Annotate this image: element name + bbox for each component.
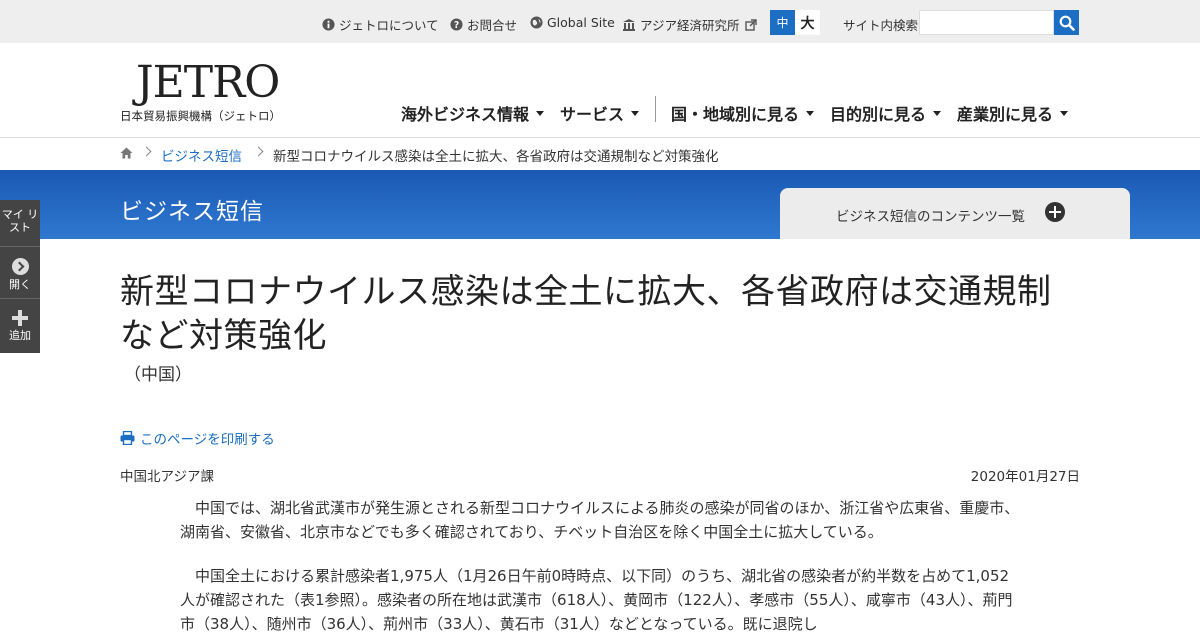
- article-date: 2020年01月27日: [970, 469, 1080, 485]
- add-label: 追加: [9, 329, 31, 342]
- section-title: ビジネス短信: [120, 199, 264, 225]
- about-link[interactable]: ジェトロについて: [321, 15, 439, 34]
- chevron-right-icon: [141, 146, 152, 157]
- chevron-right-circle-icon: [11, 258, 29, 275]
- external-link-icon: [744, 18, 758, 32]
- global-site-link[interactable]: Global Site: [529, 15, 615, 30]
- contact-link[interactable]: ? お問合せ: [449, 15, 517, 34]
- divider: [0, 298, 40, 299]
- caret-down-icon: [1060, 110, 1069, 116]
- svg-text:?: ?: [453, 20, 458, 31]
- article-department: 中国北アジア課: [120, 469, 214, 485]
- plus-circle-icon: [1045, 202, 1065, 222]
- building-icon: [622, 18, 636, 32]
- nav-label: 国・地域別に見る: [671, 105, 800, 124]
- contact-label: お問合せ: [467, 18, 518, 33]
- search-input[interactable]: [919, 10, 1054, 35]
- ide-label: アジア経済研究所: [640, 18, 740, 33]
- search-button[interactable]: [1054, 10, 1079, 35]
- add-button[interactable]: 追加: [0, 310, 40, 342]
- question-icon: ?: [449, 18, 463, 32]
- caret-down-icon: [631, 110, 640, 116]
- font-size-large-button[interactable]: 大: [795, 10, 820, 35]
- caret-down-icon: [806, 110, 815, 116]
- search-label: サイト内検索: [843, 18, 919, 33]
- ide-link[interactable]: アジア経済研究所: [622, 15, 758, 34]
- open-button[interactable]: 開く: [0, 258, 40, 291]
- mylist-label[interactable]: マイ リスト: [0, 208, 40, 234]
- utility-bar: ジェトロについて ? お問合せ Global Site アジア経済研究所 中 大…: [0, 0, 1200, 43]
- home-icon[interactable]: [120, 147, 133, 163]
- print-link[interactable]: このページを印刷する: [120, 428, 275, 448]
- divider: [0, 246, 40, 247]
- article-title: 新型コロナウイルス感染は全土に拡大、各省政府は交通規制など対策強化: [120, 272, 1052, 356]
- nav-by-industry[interactable]: 産業別に見る: [957, 101, 1069, 125]
- nav-label: 産業別に見る: [957, 105, 1054, 124]
- caret-down-icon: [933, 110, 942, 116]
- mylist-side-panel: マイ リスト 開く 追加: [0, 200, 40, 353]
- nav-by-purpose[interactable]: 目的別に見る: [830, 101, 942, 125]
- chevron-right-icon: [253, 146, 264, 157]
- global-site-label: Global Site: [547, 15, 615, 30]
- about-label: ジェトロについて: [339, 18, 439, 33]
- contents-list-label: ビジネス短信のコンテンツ一覧: [836, 209, 1025, 225]
- jetro-logo[interactable]: JETRO 日本貿易振興機構（ジェトロ）: [120, 57, 281, 125]
- article-region: （中国）: [124, 365, 192, 385]
- nav-services[interactable]: サービス: [560, 101, 640, 125]
- breadcrumb-current: 新型コロナウイルス感染は全土に拡大、各省政府は交通規制など対策強化: [273, 149, 719, 165]
- plus-icon: [12, 310, 28, 326]
- nav-label: 目的別に見る: [830, 105, 927, 124]
- caret-down-icon: [536, 110, 545, 116]
- nav-by-region[interactable]: 国・地域別に見る: [671, 101, 815, 125]
- printer-icon: [120, 431, 135, 445]
- nav-divider: [655, 96, 656, 122]
- globe-icon: [529, 16, 543, 30]
- open-label: 開く: [9, 278, 31, 291]
- contents-list-tab[interactable]: ビジネス短信のコンテンツ一覧: [780, 188, 1130, 239]
- breadcrumb: ビジネス短信 新型コロナウイルス感染は全土に拡大、各省政府は交通規制など対策強化: [0, 137, 1200, 170]
- section-banner: ビジネス短信 ビジネス短信のコンテンツ一覧: [0, 170, 1200, 239]
- breadcrumb-business-news[interactable]: ビジネス短信: [161, 145, 242, 165]
- search-icon: [1059, 15, 1075, 31]
- print-label: このページを印刷する: [140, 432, 275, 448]
- article-paragraph: 中国では、湖北省武漢市が発生源とされる新型コロナウイルスによる肺炎の感染が同省の…: [180, 499, 1020, 541]
- logo-subtitle: 日本貿易振興機構（ジェトロ）: [120, 109, 281, 123]
- article-paragraph: 中国全土における累計感染者1,975人（1月26日午前0時時点、以下同）のうち、…: [180, 567, 1013, 633]
- nav-label: サービス: [560, 105, 625, 124]
- nav-label: 海外ビジネス情報: [401, 105, 530, 124]
- logo-text: JETRO: [136, 57, 280, 108]
- nav-overseas-business[interactable]: 海外ビジネス情報: [401, 101, 545, 125]
- font-size-medium-button[interactable]: 中: [770, 10, 795, 35]
- info-icon: [321, 18, 335, 32]
